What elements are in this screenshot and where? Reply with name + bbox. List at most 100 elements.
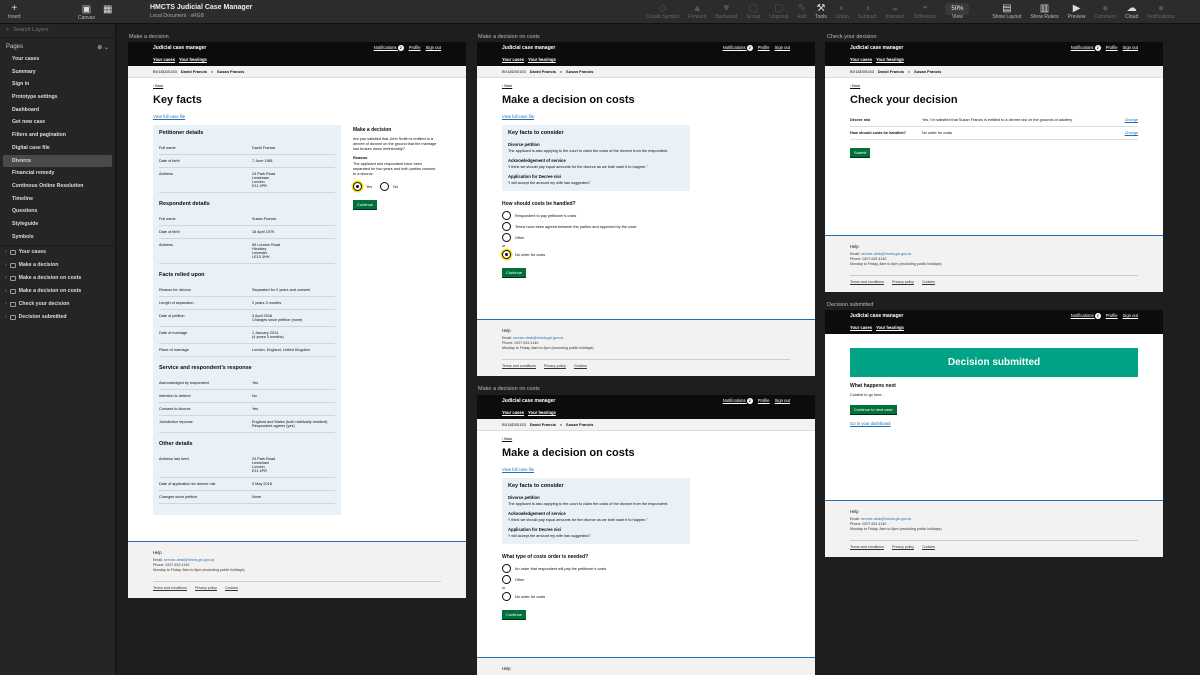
page-item[interactable]: Divorce <box>3 154 112 168</box>
profile-link[interactable]: Profile <box>758 45 770 51</box>
terms-link[interactable]: Terms and conditions <box>502 364 536 368</box>
radio-yes[interactable]: Yes <box>353 182 372 191</box>
edit-button[interactable]: ✎ Edit <box>797 3 806 20</box>
union-button[interactable]: ◐ Union <box>836 3 849 20</box>
layer-item[interactable]: › Make a decision on costs <box>0 285 115 298</box>
email-link[interactable]: service-desk@hmcts.gsi.gov.uk <box>164 558 214 562</box>
page-item[interactable]: Dashboard <box>0 104 115 117</box>
difference-button[interactable]: ◓ Difference <box>914 3 937 20</box>
continue-button[interactable]: Continue <box>502 610 527 619</box>
page-item[interactable]: Financial remedy <box>0 167 115 180</box>
cookies-link[interactable]: Cookies <box>922 545 935 549</box>
profile-link[interactable]: Profile <box>1106 45 1118 51</box>
artboard-decision-on-costs-1[interactable]: Judicial case manager Your cases Your hea… <box>477 42 815 376</box>
notifications-button[interactable]: ● Notifications <box>1147 3 1174 20</box>
nav-your-hearings[interactable]: Your hearings <box>876 325 904 330</box>
change-link[interactable]: Change <box>1118 131 1138 135</box>
forward-button[interactable]: ▲ Forward <box>688 3 706 20</box>
page-item[interactable]: Timeline <box>0 193 115 206</box>
radio-no[interactable]: No <box>380 182 398 191</box>
radio-respondent-pay[interactable]: An order that respondent will pay the pe… <box>502 564 790 573</box>
layer-item[interactable]: › Make a decision <box>0 259 115 272</box>
back-link[interactable]: ‹ Back <box>850 84 1138 88</box>
page-item[interactable]: Sign in <box>0 78 115 91</box>
nav-your-cases[interactable]: Your cases <box>850 57 872 62</box>
nav-your-hearings[interactable]: Your hearings <box>528 57 556 62</box>
signout-link[interactable]: Sign out <box>775 398 790 404</box>
profile-link[interactable]: Profile <box>409 45 421 51</box>
layer-item[interactable]: › Decision submitted <box>0 311 115 324</box>
radio-respondent-pay[interactable]: Respondent to pay petitioner’s costs <box>502 211 790 220</box>
notifications-link[interactable]: Notifications 2 <box>723 45 753 51</box>
add-page-icon[interactable]: ⊕ ⌄ <box>97 44 109 51</box>
show-rulers-button[interactable]: ▥ Show Rulers <box>1030 3 1058 20</box>
cookies-link[interactable]: Cookies <box>922 280 935 284</box>
artboard-make-a-decision[interactable]: Judicial case manager Your cases Your hea… <box>128 42 466 598</box>
nav-your-hearings[interactable]: Your hearings <box>876 57 904 62</box>
page-item[interactable]: Symbols <box>0 231 115 244</box>
cloud-button[interactable]: ☁ Cloud <box>1125 3 1138 20</box>
page-item[interactable]: Continous Online Resolution <box>0 180 115 193</box>
page-item[interactable]: Get new case <box>0 116 115 129</box>
email-link[interactable]: service-desk@hmcts.gsi.gov.uk <box>861 252 911 256</box>
subtract-button[interactable]: ◑ Subtract <box>858 3 877 20</box>
email-link[interactable]: service-desk@hmcts.gsi.gov.uk <box>513 336 563 340</box>
zoom-control[interactable]: 50% View <box>945 3 970 20</box>
nav-your-hearings[interactable]: Your hearings <box>179 57 207 62</box>
terms-link[interactable]: Terms and conditions <box>850 545 884 549</box>
backward-button[interactable]: ▼ Backward <box>715 3 737 20</box>
change-link[interactable]: Change <box>1118 118 1138 122</box>
intersect-button[interactable]: ◒ Intersect <box>885 3 904 20</box>
layer-item[interactable]: › Check your decision <box>0 298 115 311</box>
nav-your-hearings[interactable]: Your hearings <box>528 410 556 415</box>
terms-link[interactable]: Terms and conditions <box>850 280 884 284</box>
layer-item[interactable]: › Make a decision on costs <box>0 272 115 285</box>
signout-link[interactable]: Sign out <box>775 45 790 51</box>
privacy-link[interactable]: Privacy policy <box>892 280 914 284</box>
page-item[interactable]: Styleguide <box>0 218 115 231</box>
profile-link[interactable]: Profile <box>1106 313 1118 319</box>
page-item[interactable]: Filters and pagination <box>0 129 115 142</box>
nav-your-cases[interactable]: Your cases <box>850 325 872 330</box>
insert-button[interactable]: + Insert <box>8 3 21 20</box>
privacy-link[interactable]: Privacy policy <box>544 364 566 368</box>
page-item[interactable]: Questions <box>0 205 115 218</box>
search-layers-input[interactable]: ⌕ Search Layers <box>0 24 115 38</box>
radio-other[interactable]: Other <box>502 575 790 584</box>
artboard-check-decision[interactable]: Judicial case manager Your cases Your hea… <box>825 42 1163 292</box>
profile-link[interactable]: Profile <box>758 398 770 404</box>
canvas-toggle[interactable]: ▣ Canvas ▦ <box>78 4 112 21</box>
terms-link[interactable]: Terms and conditions <box>153 586 187 590</box>
signout-link[interactable]: Sign out <box>426 45 441 51</box>
back-link[interactable]: ‹ Back <box>502 437 790 441</box>
radio-other[interactable]: Other <box>502 233 790 242</box>
continue-button[interactable]: Continue <box>353 200 378 209</box>
dashboard-link[interactable]: Go to your dashboard <box>850 421 1138 426</box>
privacy-link[interactable]: Privacy policy <box>892 545 914 549</box>
notifications-link[interactable]: Notifications 2 <box>723 398 753 404</box>
radio-no-order[interactable]: No order for costs <box>502 250 790 259</box>
page-item[interactable]: Your cases <box>0 53 115 66</box>
artboard-decision-submitted[interactable]: Judicial case manager Your cases Your hea… <box>825 310 1163 557</box>
nav-your-cases[interactable]: Your cases <box>502 410 524 415</box>
radio-terms-agreed[interactable]: Terms have been agreed between the parti… <box>502 222 790 231</box>
tools-button[interactable]: ⚒ Tools <box>815 3 827 20</box>
artboard-decision-on-costs-2[interactable]: Judicial case manager Your cases Your hea… <box>477 395 815 675</box>
nav-your-cases[interactable]: Your cases <box>153 57 175 62</box>
submit-button[interactable]: Submit <box>850 148 871 157</box>
show-layout-button[interactable]: ▤ Show Layout <box>992 3 1021 20</box>
nav-your-cases[interactable]: Your cases <box>502 57 524 62</box>
back-link[interactable]: ‹ Back <box>502 84 790 88</box>
notifications-link[interactable]: Notifications 2 <box>1071 313 1101 319</box>
preview-button[interactable]: ▶ Preview <box>1068 3 1086 20</box>
view-case-file-link[interactable]: View full case file <box>502 114 790 119</box>
group-button[interactable]: ▢ Group <box>746 3 760 20</box>
layer-item[interactable]: › Your cases <box>0 246 115 259</box>
create-symbol-button[interactable]: ◇ Create Symbol <box>646 3 679 20</box>
back-link[interactable]: ‹ Back <box>153 84 441 88</box>
page-item[interactable]: Prototype settings <box>0 91 115 104</box>
continue-next-case-button[interactable]: Continue to next case <box>850 405 897 414</box>
signout-link[interactable]: Sign out <box>1123 45 1138 51</box>
ungroup-button[interactable]: ▢ Ungroup <box>769 3 788 20</box>
cookies-link[interactable]: Cookies <box>225 586 238 590</box>
